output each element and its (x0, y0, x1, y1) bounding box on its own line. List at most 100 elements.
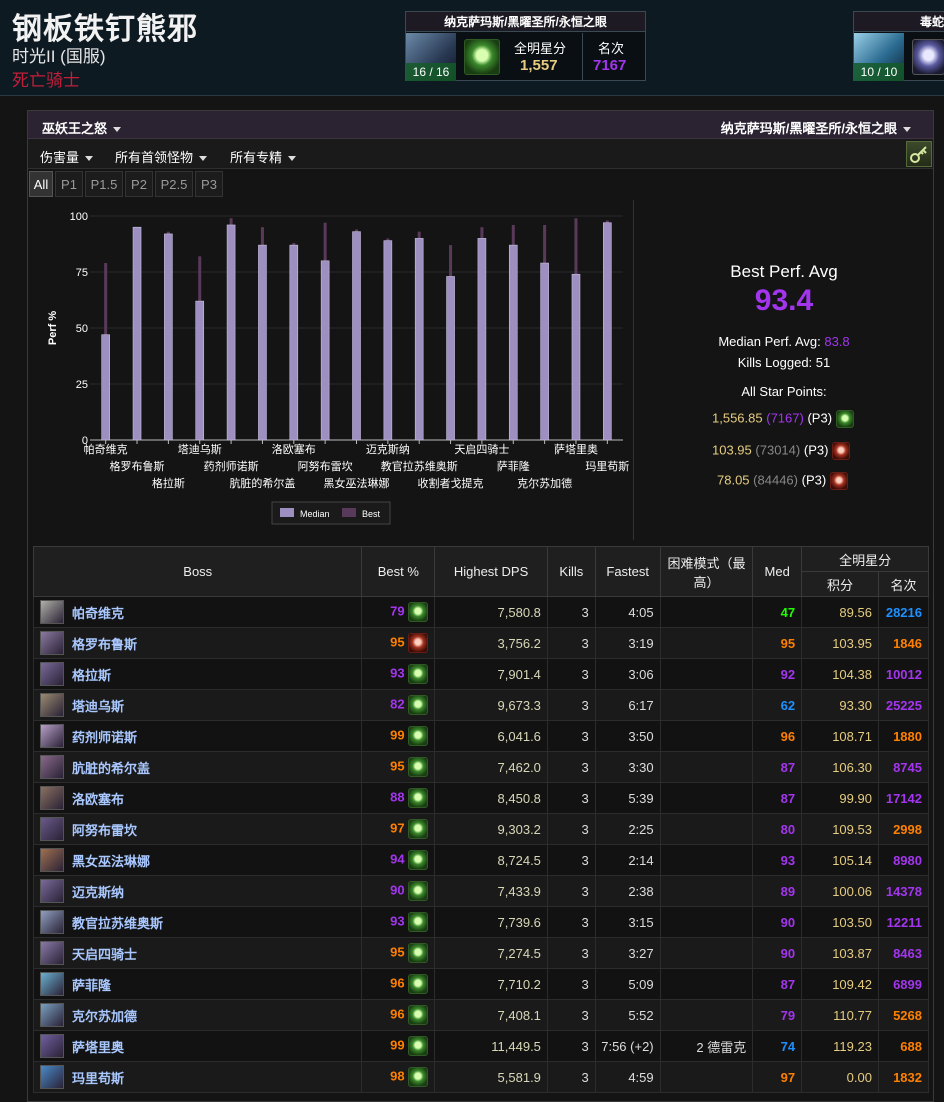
green-skull-icon[interactable] (408, 881, 429, 901)
kills: 3 (546, 782, 596, 814)
boss-cell[interactable]: 药剂师诺斯 (32, 720, 363, 752)
boss-name[interactable]: 塔迪乌斯 (72, 696, 124, 715)
col-best[interactable]: Best % (361, 546, 436, 597)
boss-name[interactable]: 黑女巫法琳娜 (72, 851, 150, 870)
col-kills[interactable]: Kills (546, 546, 596, 597)
boss-cell[interactable]: 教官拉苏维奥斯 (32, 906, 363, 938)
boss-cell[interactable]: 黑女巫法琳娜 (32, 844, 363, 876)
green-skull-icon[interactable] (408, 1067, 429, 1087)
boss-name[interactable]: 洛欧塞布 (72, 789, 124, 808)
col-boss[interactable]: Boss (32, 546, 363, 597)
boss-name[interactable]: 天启四骑士 (72, 944, 137, 963)
expansion-dropdown[interactable]: 巫妖王之怒 (42, 118, 122, 137)
tab-p2[interactable]: P2 (125, 171, 153, 197)
tab-p1-5[interactable]: P1.5 (85, 171, 123, 197)
tab-p3[interactable]: P3 (195, 171, 223, 197)
boss-name[interactable]: 萨菲隆 (72, 975, 111, 994)
zone-card-naxx[interactable]: 纳克萨玛斯/黑曜圣所/永恒之眼 16 / 16 全明星分 1,557 名次 71… (405, 11, 646, 81)
table-row[interactable]: 玛里苟斯 98 5,581.9 3 4:59 97 0.00 1832 (32, 1061, 930, 1093)
boss-name[interactable]: 玛里苟斯 (72, 1068, 124, 1087)
table-row[interactable]: 克尔苏加德 96 7,408.1 3 5:52 79 110.77 5268 (32, 999, 930, 1031)
green-skull-icon[interactable] (408, 602, 429, 622)
green-skull-icon[interactable] (408, 850, 429, 870)
col-med[interactable]: Med (752, 546, 803, 597)
tab-p1[interactable]: P1 (55, 171, 83, 197)
boss-name[interactable]: 迈克斯纳 (72, 882, 124, 901)
table-row[interactable]: 帕奇维克 79 7,580.8 3 4:05 47 89.56 28216 (32, 596, 930, 628)
boss-name[interactable]: 萨塔里奥 (72, 1037, 124, 1056)
table-row[interactable]: 格拉斯 93 7,901.4 3 3:06 92 104.38 10012 (32, 658, 930, 690)
red-claw-icon[interactable] (408, 633, 429, 653)
zone-card-second[interactable]: 毒蛇 10 / 10 (853, 11, 944, 81)
green-skull-icon[interactable] (408, 757, 429, 777)
key-button[interactable] (906, 141, 932, 167)
boss-cell[interactable]: 阿努布雷坎 (32, 813, 363, 845)
table-row[interactable]: 塔迪乌斯 82 9,673.3 3 6:17 62 93.30 25225 (32, 689, 930, 721)
boss-name[interactable]: 阿努布雷坎 (72, 820, 137, 839)
table-row[interactable]: 迈克斯纳 90 7,433.9 3 2:38 89 100.06 14378 (32, 875, 930, 907)
boss-name[interactable]: 帕奇维克 (72, 603, 124, 622)
boss-portrait (40, 879, 64, 903)
boss-name[interactable]: 教官拉苏维奥斯 (72, 913, 163, 932)
green-skull-icon[interactable] (408, 695, 429, 715)
tab-all[interactable]: All (29, 171, 53, 197)
boss-name[interactable]: 克尔苏加德 (72, 1006, 137, 1025)
boss-cell[interactable]: 洛欧塞布 (32, 782, 363, 814)
col-rank[interactable]: 名次 (877, 571, 930, 597)
col-hard-mode[interactable]: 困难模式（最高） (659, 546, 754, 597)
table-row[interactable]: 萨菲隆 96 7,710.2 3 5:09 87 109.42 6899 (32, 968, 930, 1000)
col-dps[interactable]: Highest DPS (434, 546, 548, 597)
green-skull-icon[interactable] (408, 819, 429, 839)
table-row[interactable]: 药剂师诺斯 99 6,041.6 3 3:50 96 108.71 1880 (32, 720, 930, 752)
table-row[interactable]: 阿努布雷坎 97 9,303.2 3 2:25 80 109.53 2998 (32, 813, 930, 845)
col-points[interactable]: 积分 (801, 571, 879, 597)
green-skull-icon[interactable] (408, 1036, 429, 1056)
green-skull-icon[interactable] (408, 788, 429, 808)
boss-cell[interactable]: 塔迪乌斯 (32, 689, 363, 721)
tab-p2-5[interactable]: P2.5 (155, 171, 193, 197)
boss-cell[interactable]: 萨塔里奥 (32, 1030, 363, 1062)
boss-name[interactable]: 格拉斯 (72, 665, 111, 684)
green-skull-icon[interactable] (408, 974, 429, 994)
x-tick-label: 格拉斯 (152, 476, 185, 490)
allstar-rank: 12211 (877, 906, 930, 938)
green-skull-icon[interactable] (408, 726, 429, 746)
boss-name[interactable]: 格罗布鲁斯 (72, 634, 137, 653)
col-fastest[interactable]: Fastest (594, 546, 661, 597)
boss-cell[interactable]: 帕奇维克 (32, 596, 363, 628)
zone-dropdown[interactable]: 纳克萨玛斯/黑曜圣所/永恒之眼 (721, 118, 911, 137)
boss-name[interactable]: 肮脏的希尔盖 (72, 758, 150, 777)
x-tick-label: 药剂师诺斯 (204, 459, 259, 473)
table-row[interactable]: 天启四骑士 95 7,274.5 3 3:27 90 103.87 8463 (32, 937, 930, 969)
boss-cell[interactable]: 格罗布鲁斯 (32, 627, 363, 659)
best-cell: 93 (361, 906, 436, 938)
boss-name[interactable]: 药剂师诺斯 (72, 727, 137, 746)
realm-name[interactable]: 时光II (国服) (12, 42, 106, 67)
encounter-dropdown[interactable]: 所有首领怪物 (115, 147, 208, 166)
metric-dropdown[interactable]: 伤害量 (40, 147, 94, 166)
table-row[interactable]: 肮脏的希尔盖 95 7,462.0 3 3:30 87 106.30 8745 (32, 751, 930, 783)
boss-cell[interactable]: 迈克斯纳 (32, 875, 363, 907)
best-pct: 97 (390, 820, 405, 836)
boss-cell[interactable]: 天启四骑士 (32, 937, 363, 969)
green-skull-icon[interactable] (408, 943, 429, 963)
spec-dropdown[interactable]: 所有专精 (230, 147, 297, 166)
boss-cell[interactable]: 克尔苏加德 (32, 999, 363, 1031)
boss-cell[interactable]: 肮脏的希尔盖 (32, 751, 363, 783)
green-skull-icon[interactable] (408, 912, 429, 932)
allstar-points: 103.50 (801, 906, 879, 938)
red-claw-icon (832, 442, 851, 460)
table-row[interactable]: 教官拉苏维奥斯 93 7,739.6 3 3:15 90 103.50 12211 (32, 906, 930, 938)
best-pct: 79 (390, 603, 405, 619)
green-skull-icon[interactable] (408, 664, 429, 684)
best-cell: 82 (361, 689, 436, 721)
green-skull-icon[interactable] (408, 1005, 429, 1025)
table-row[interactable]: 洛欧塞布 88 8,450.8 3 5:39 87 99.90 17142 (32, 782, 930, 814)
table-row[interactable]: 黑女巫法琳娜 94 8,724.5 3 2:14 93 105.14 8980 (32, 844, 930, 876)
table-row[interactable]: 格罗布鲁斯 95 3,756.2 3 3:19 95 103.95 1846 (32, 627, 930, 659)
boss-cell[interactable]: 格拉斯 (32, 658, 363, 690)
table-row[interactable]: 萨塔里奥 99 11,449.5 3 7:56 (+2) 2 德雷克 74 119.23 68… (32, 1030, 930, 1062)
boss-cell[interactable]: 萨菲隆 (32, 968, 363, 1000)
median-pct: 74 (752, 1030, 803, 1062)
boss-cell[interactable]: 玛里苟斯 (32, 1061, 363, 1093)
